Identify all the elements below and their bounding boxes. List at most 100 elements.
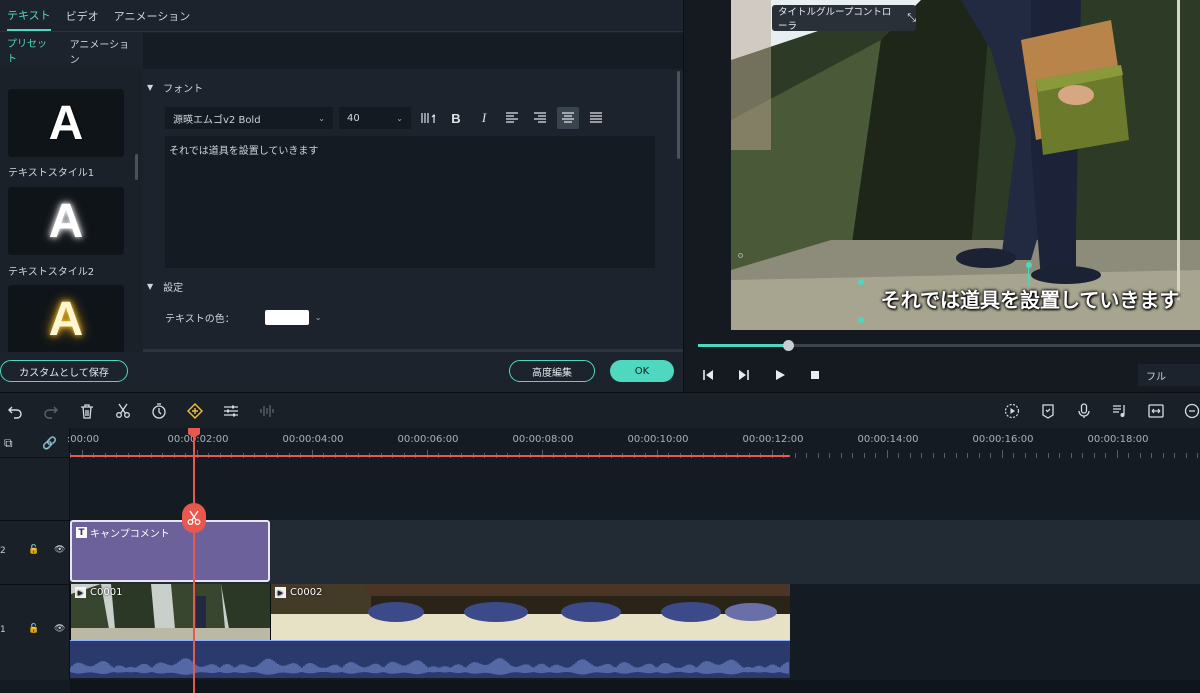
quality-select[interactable]: フル xyxy=(1138,364,1200,386)
tab-sub-animation[interactable]: アニメーション xyxy=(70,28,133,74)
tooltip-text: タイトルグループコントローラ xyxy=(778,7,892,32)
title-text-input[interactable]: それでは道具を設置していきます xyxy=(165,136,655,268)
playhead-scissors-handle[interactable] xyxy=(182,503,206,533)
font-size-select[interactable]: 40 ⌄ xyxy=(339,107,411,129)
timeline: ⧉ 🔗 :00:00 00:00:02:00 00:00:04:00 00:00:06… xyxy=(0,428,1200,693)
font-family-value: 源暎エムゴv2 Bold xyxy=(173,114,261,126)
stop-icon[interactable] xyxy=(806,366,824,384)
ruler-tick xyxy=(1151,453,1152,458)
text-spacing-icon[interactable] xyxy=(417,107,439,129)
ruler-tick xyxy=(1082,453,1083,458)
ruler-tick xyxy=(863,453,865,458)
properties-scrollbar[interactable] xyxy=(677,71,680,159)
font-section-title: フォント xyxy=(163,84,204,95)
save-custom-button[interactable]: カスタムとして保存 xyxy=(0,360,128,382)
video-clip-1[interactable]: ▶ C0001 xyxy=(70,584,270,640)
ruler-tick xyxy=(1105,453,1106,458)
eye-icon[interactable]: 👁 xyxy=(54,545,65,555)
lock-icon[interactable]: 🔓 xyxy=(28,545,39,555)
play-icon: ▶ xyxy=(275,587,286,598)
italic-icon[interactable]: I xyxy=(473,107,495,129)
waveform-path xyxy=(70,658,789,675)
next-frame-icon[interactable] xyxy=(735,366,753,384)
title-clip[interactable]: T キャンプコメント xyxy=(70,520,270,582)
timeline-toolbar xyxy=(0,392,1200,428)
audio-waveform[interactable] xyxy=(70,640,790,678)
preset-list: A テキストスタイル1 A テキストスタイル2 A xyxy=(0,69,143,353)
ruler-tick xyxy=(944,453,945,458)
previous-frame-icon[interactable] xyxy=(699,366,717,384)
collapse-triangle-icon: ▼ xyxy=(147,282,154,291)
anchor-handle[interactable] xyxy=(738,253,743,258)
ruler-label: 00:00:14:00 xyxy=(857,434,919,445)
font-family-select[interactable]: 源暎エムゴv2 Bold ⌄ xyxy=(165,107,333,129)
tab-text[interactable]: テキスト xyxy=(7,1,51,31)
ruler-tick xyxy=(886,450,888,458)
ruler-tick xyxy=(909,453,911,458)
zoom-out-icon[interactable] xyxy=(1183,402,1200,420)
text-color-swatch[interactable] xyxy=(264,310,309,325)
add-track-icon[interactable]: ⧉ xyxy=(4,436,13,451)
empty-track-header xyxy=(0,458,70,520)
ruler-tick xyxy=(1059,453,1060,458)
music-list-icon[interactable] xyxy=(1111,402,1129,420)
ruler-label: 00:00:12:00 xyxy=(742,434,804,445)
timeline-scroll-area[interactable] xyxy=(70,680,1200,693)
align-right-icon[interactable] xyxy=(529,107,551,129)
ruler-tick xyxy=(1047,453,1049,458)
delete-icon[interactable] xyxy=(78,402,96,420)
subtitle-bounding-box xyxy=(858,262,1200,323)
align-left-icon[interactable] xyxy=(501,107,523,129)
track-1-header: 1 🔓 👁 xyxy=(0,584,70,680)
title-editor-panel: テキスト ビデオ アニメーション プリセット アニメーション A テキストスタイ… xyxy=(0,0,683,392)
align-justify-icon[interactable] xyxy=(585,107,607,129)
preset-card-3[interactable]: A xyxy=(8,285,124,353)
preset-glyph: A xyxy=(48,292,84,346)
link-icon[interactable]: 🔗 xyxy=(42,436,57,450)
play-icon[interactable] xyxy=(771,366,789,384)
clip-2-name: C0002 xyxy=(290,587,323,598)
timeline-corner: ⧉ 🔗 xyxy=(0,428,70,458)
playhead-line[interactable] xyxy=(193,428,195,693)
render-preview-icon[interactable] xyxy=(1003,402,1021,420)
timer-icon[interactable] xyxy=(150,402,168,420)
track-2-number: 2 xyxy=(0,546,6,556)
preset-card-1[interactable]: A xyxy=(8,89,124,157)
ok-button[interactable]: OK xyxy=(610,360,674,382)
video-clip-2[interactable]: ▶ C0002 xyxy=(270,584,790,640)
bold-icon[interactable]: B xyxy=(445,107,467,129)
ruler-tick xyxy=(1139,453,1141,458)
eye-icon[interactable]: 👁 xyxy=(54,624,65,634)
align-center-icon[interactable] xyxy=(557,107,579,129)
keyframe-icon[interactable] xyxy=(186,402,204,420)
lock-icon[interactable]: 🔓 xyxy=(28,624,39,634)
collapse-triangle-icon: ▼ xyxy=(147,83,154,92)
scissors-icon[interactable] xyxy=(114,402,132,420)
tab-preset[interactable]: プリセット xyxy=(7,27,53,75)
advanced-edit-button[interactable]: 高度編集 xyxy=(509,360,595,382)
ruler-tick xyxy=(932,453,934,458)
ruler-label: :00:00 xyxy=(66,434,100,445)
preset-scrollbar[interactable] xyxy=(135,154,138,180)
preview-scrubber[interactable] xyxy=(698,340,1200,351)
ruler-tick xyxy=(1001,450,1003,458)
time-ruler[interactable]: :00:00 00:00:02:00 00:00:04:00 00:00:06:00 0… xyxy=(66,428,1200,458)
tab-video[interactable]: ビデオ xyxy=(66,2,99,30)
sub-tab-filler xyxy=(143,33,683,69)
fit-timeline-icon[interactable] xyxy=(1147,402,1165,420)
chevron-down-icon[interactable]: ⌄ xyxy=(315,313,322,322)
font-section-header[interactable]: ▼ フォント xyxy=(147,80,203,95)
settings-section-title: 設定 xyxy=(163,283,184,294)
play-icon: ▶ xyxy=(75,587,86,598)
preset-card-2[interactable]: A xyxy=(8,187,124,255)
adjust-icon[interactable] xyxy=(222,402,240,420)
settings-section-header[interactable]: ▼ 設定 xyxy=(147,279,183,294)
undo-icon[interactable] xyxy=(6,402,24,420)
clip-2-thumbnails xyxy=(271,584,790,640)
rotate-handle-stem xyxy=(1028,265,1029,285)
redo-icon[interactable] xyxy=(42,402,60,420)
marker-icon[interactable] xyxy=(1039,402,1057,420)
microphone-icon[interactable] xyxy=(1075,402,1093,420)
tab-animation[interactable]: アニメーション xyxy=(114,2,191,30)
audio-wave-icon[interactable] xyxy=(258,402,276,420)
